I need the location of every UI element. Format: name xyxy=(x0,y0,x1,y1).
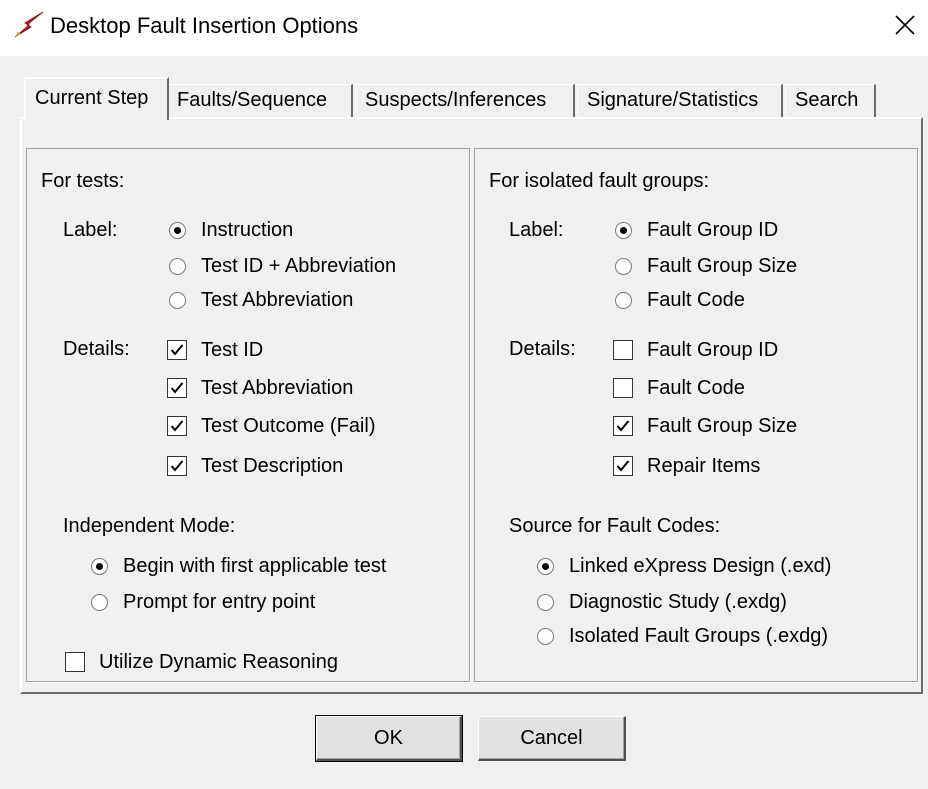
fault-groups-label-option[interactable]: Fault Code xyxy=(647,289,745,312)
tab-search[interactable]: Search xyxy=(785,84,876,118)
fault-groups-details-label[interactable]: Fault Group ID xyxy=(647,339,778,362)
fault-groups-label-option[interactable]: Fault Group Size xyxy=(647,255,797,278)
ok-button-label: OK xyxy=(374,726,403,749)
fault-groups-details-label[interactable]: Fault Code xyxy=(647,377,745,400)
fault-groups-label-caption: Label: xyxy=(509,219,564,241)
independent-mode-option[interactable]: Prompt for entry point xyxy=(123,591,315,614)
independent-mode-caption: Independent Mode: xyxy=(63,515,236,537)
fault-code-source-radio[interactable] xyxy=(537,594,554,611)
dynamic-reasoning-checkbox[interactable] xyxy=(65,652,85,672)
fault-groups-label-radio[interactable] xyxy=(615,258,632,275)
tests-details-label[interactable]: Test ID xyxy=(201,339,263,362)
tab-label: Signature/Statistics xyxy=(587,89,759,111)
cancel-button-label: Cancel xyxy=(520,726,583,749)
tab-label: Current Step xyxy=(35,87,149,109)
fault-code-source-caption: Source for Fault Codes: xyxy=(509,515,721,537)
fault-groups-details-checkbox[interactable] xyxy=(613,456,633,476)
tests-details-label[interactable]: Test Abbreviation xyxy=(201,377,353,400)
tab-label: Search xyxy=(795,89,859,111)
checkmark-icon xyxy=(616,420,630,432)
tests-details-checkbox[interactable] xyxy=(167,378,187,398)
fault-groups-heading: For isolated fault groups: xyxy=(489,170,710,192)
tab-suspects-inferences[interactable]: Suspects/Inferences xyxy=(355,84,575,118)
checkmark-icon xyxy=(616,460,630,472)
tests-details-label[interactable]: Test Description xyxy=(201,455,343,478)
window-title: Desktop Fault Insertion Options xyxy=(50,13,359,38)
fault-groups-details-label[interactable]: Fault Group Size xyxy=(647,415,797,438)
fault-groups-details-checkbox[interactable] xyxy=(613,340,633,360)
tests-label-radio[interactable] xyxy=(169,222,186,239)
fault-code-source-option[interactable]: Diagnostic Study (.exdg) xyxy=(569,591,787,614)
tests-label-radio[interactable] xyxy=(169,258,186,275)
checkmark-icon xyxy=(170,460,184,472)
fault-code-source-radio[interactable] xyxy=(537,628,554,645)
tests-label-option[interactable]: Instruction xyxy=(201,219,293,242)
fault-code-source-option[interactable]: Linked eXpress Design (.exd) xyxy=(569,555,831,578)
independent-mode-option[interactable]: Begin with first applicable test xyxy=(123,555,386,578)
fault-code-source-option[interactable]: Isolated Fault Groups (.exdg) xyxy=(569,625,828,648)
cancel-button[interactable]: Cancel xyxy=(478,716,626,761)
tab-label: Faults/Sequence xyxy=(177,89,328,111)
tests-label-option[interactable]: Test Abbreviation xyxy=(201,289,353,312)
tests-details-checkbox[interactable] xyxy=(167,456,187,476)
tests-label-caption: Label: xyxy=(63,219,118,241)
checkmark-icon xyxy=(170,382,184,394)
checkmark-icon xyxy=(170,420,184,432)
fault-groups-label-option[interactable]: Fault Group ID xyxy=(647,219,778,242)
independent-mode-radio[interactable] xyxy=(91,558,108,575)
tests-details-checkbox[interactable] xyxy=(167,340,187,360)
fault-groups-details-label[interactable]: Repair Items xyxy=(647,455,760,478)
fault-groups-details-checkbox[interactable] xyxy=(613,378,633,398)
tests-heading: For tests: xyxy=(41,170,125,192)
checkmark-icon xyxy=(170,344,184,356)
fault-groups-label-radio[interactable] xyxy=(615,292,632,309)
tab-current-step[interactable]: Current Step xyxy=(24,77,169,120)
dynamic-reasoning-label[interactable]: Utilize Dynamic Reasoning xyxy=(99,651,338,674)
tab-faults-sequence[interactable]: Faults/Sequence xyxy=(167,84,353,118)
tests-label-option[interactable]: Test ID + Abbreviation xyxy=(201,255,396,278)
tests-details-checkbox[interactable] xyxy=(167,416,187,436)
ok-button[interactable]: OK xyxy=(315,715,463,762)
tab-label: Suspects/Inferences xyxy=(365,89,547,111)
tab-signature-statistics[interactable]: Signature/Statistics xyxy=(577,84,783,118)
tests-details-label[interactable]: Test Outcome (Fail) xyxy=(201,415,375,438)
tests-label-radio[interactable] xyxy=(169,292,186,309)
fault-groups-label-radio[interactable] xyxy=(615,222,632,239)
fault-code-source-radio[interactable] xyxy=(537,558,554,575)
tests-details-caption: Details: xyxy=(63,338,130,360)
red-lightning-icon xyxy=(14,11,44,38)
close-button[interactable] xyxy=(882,0,928,50)
independent-mode-radio[interactable] xyxy=(91,594,108,611)
fault-groups-details-checkbox[interactable] xyxy=(613,416,633,436)
fault-groups-details-caption: Details: xyxy=(509,338,576,360)
title-bar: Desktop Fault Insertion Options xyxy=(0,0,928,56)
close-icon xyxy=(895,15,915,35)
